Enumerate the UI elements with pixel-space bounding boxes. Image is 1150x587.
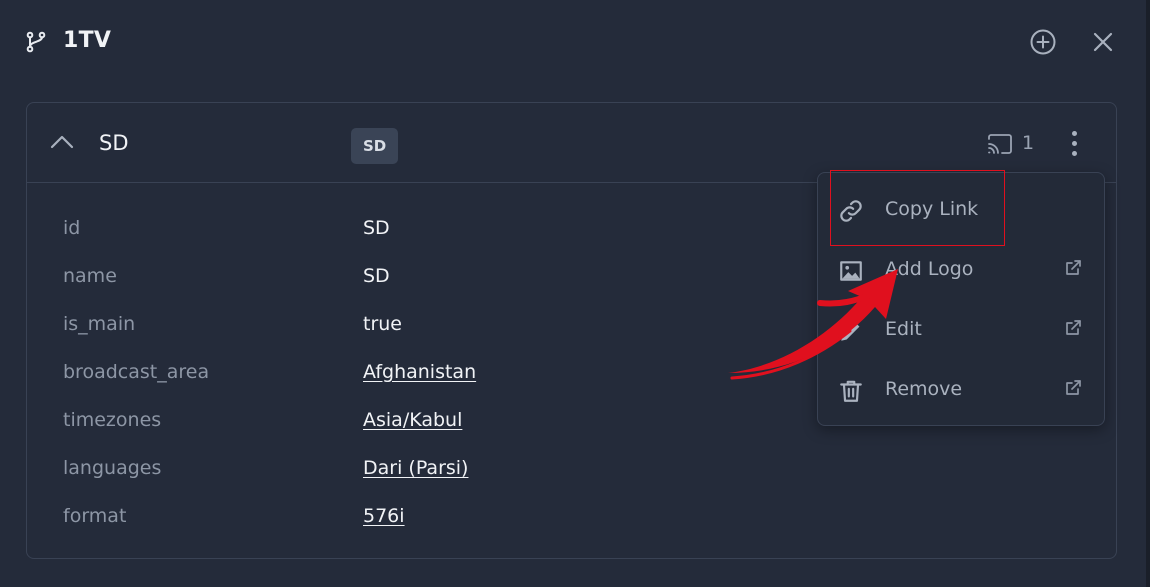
detail-label: timezones bbox=[63, 409, 162, 431]
menu-item-label: Remove bbox=[885, 378, 963, 400]
format-link[interactable]: 576i bbox=[363, 505, 405, 527]
menu-item-add-logo[interactable]: Add Logo bbox=[818, 243, 1104, 299]
kebab-menu-icon bbox=[1072, 151, 1077, 156]
menu-item-label: Add Logo bbox=[885, 258, 974, 280]
detail-value: SD bbox=[363, 265, 390, 287]
menu-item-label: Edit bbox=[885, 318, 922, 340]
cast-icon bbox=[988, 134, 1012, 154]
detail-label: is_main bbox=[63, 313, 136, 335]
feed-name: SD bbox=[99, 131, 129, 155]
broadcast-area-link[interactable]: Afghanistan bbox=[363, 361, 476, 383]
kebab-menu-icon bbox=[1072, 141, 1077, 146]
trash-icon bbox=[840, 380, 862, 402]
detail-value: SD bbox=[363, 217, 390, 239]
detail-label: broadcast_area bbox=[63, 361, 210, 383]
more-options-button[interactable] bbox=[1063, 127, 1087, 161]
external-link-icon bbox=[1066, 380, 1081, 395]
menu-item-remove[interactable]: Remove bbox=[818, 363, 1104, 419]
git-branch-icon bbox=[26, 31, 46, 53]
close-button[interactable] bbox=[1088, 27, 1118, 57]
detail-label: id bbox=[63, 217, 81, 239]
panel-header: 1TV bbox=[0, 0, 1146, 86]
external-link-icon bbox=[1066, 260, 1081, 275]
image-icon bbox=[840, 261, 862, 281]
language-link[interactable]: Dari (Parsi) bbox=[363, 457, 468, 479]
cast-count: 1 bbox=[1022, 132, 1035, 154]
add-feed-button[interactable] bbox=[1028, 27, 1058, 57]
chevron-up-icon[interactable] bbox=[49, 129, 75, 155]
close-icon bbox=[1093, 32, 1113, 52]
detail-value: true bbox=[363, 313, 402, 335]
menu-item-edit[interactable]: Edit bbox=[818, 303, 1104, 359]
plus-circle-icon bbox=[1030, 29, 1056, 55]
feed-id-badge: SD bbox=[351, 128, 399, 164]
detail-label: name bbox=[63, 265, 117, 287]
external-link-icon bbox=[1066, 320, 1081, 335]
page-title: 1TV bbox=[63, 28, 112, 53]
kebab-menu-icon bbox=[1072, 131, 1077, 136]
annotation-highlight-box bbox=[830, 170, 1005, 246]
timezone-link[interactable]: Asia/Kabul bbox=[363, 409, 462, 431]
detail-label: languages bbox=[63, 457, 162, 479]
pencil-icon bbox=[841, 322, 860, 341]
detail-label: format bbox=[63, 505, 127, 527]
feed-panel: 1TV SD SD 1 id SD name SD is_main true b… bbox=[0, 0, 1150, 587]
